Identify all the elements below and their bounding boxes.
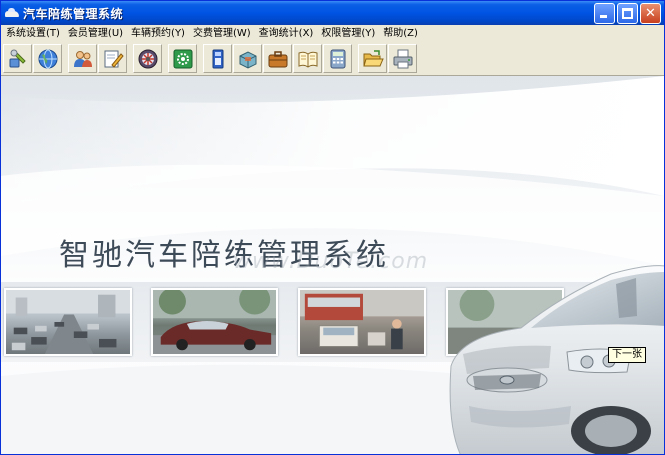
- menu-system-settings[interactable]: 系统设置(T): [3, 26, 63, 41]
- box-icon: [239, 50, 256, 69]
- toolbar-button-settings[interactable]: [168, 44, 197, 73]
- red-car-photo-image: [153, 290, 276, 354]
- traffic-photo-image: [6, 290, 130, 354]
- minimize-icon: [600, 15, 607, 18]
- printer-icon: [393, 49, 412, 68]
- photo-traffic[interactable]: [4, 288, 132, 356]
- window-controls: ✕: [594, 3, 661, 24]
- toolbar-button-tools[interactable]: [3, 44, 32, 73]
- globe-icon: [38, 49, 57, 68]
- photo-red-car[interactable]: [151, 288, 278, 356]
- settings-icon: [173, 49, 192, 68]
- book-icon: [298, 51, 317, 68]
- toolbar-button-booking[interactable]: [133, 44, 162, 73]
- close-icon: ✕: [645, 6, 656, 21]
- main-banner: 智驰汽车陪练管理系统 www.DuoTe.com 下一张: [1, 76, 664, 454]
- menu-query-statistics[interactable]: 查询统计(X): [256, 26, 317, 41]
- toolbar-button-statistics[interactable]: [263, 44, 292, 73]
- window-title: 汽车陪练管理系统: [23, 6, 124, 21]
- tools-icon: [9, 49, 26, 67]
- edit-icon: [104, 50, 124, 68]
- watermark-text: www.DuoTe.com: [233, 249, 429, 274]
- briefcase-icon: [268, 50, 287, 67]
- menu-vehicle-booking[interactable]: 车辆预约(Y): [128, 26, 188, 41]
- maximize-button[interactable]: [617, 3, 638, 24]
- street-photo-image: [300, 290, 424, 350]
- menu-member-management[interactable]: 会员管理(U): [65, 26, 126, 41]
- title-bar[interactable]: 汽车陪练管理系统 ✕: [1, 1, 664, 25]
- toolbar-button-open[interactable]: [358, 44, 387, 73]
- minimize-button[interactable]: [594, 3, 615, 24]
- toolbar-button-web[interactable]: [33, 44, 62, 73]
- menu-fee-management[interactable]: 交费管理(W): [190, 26, 254, 41]
- toolbar-button-query[interactable]: [233, 44, 262, 73]
- photo-street[interactable]: [298, 288, 426, 356]
- toolbar: [1, 42, 664, 76]
- maximize-icon: [622, 8, 633, 19]
- app-car-icon: [5, 6, 19, 20]
- toolbar-button-fees[interactable]: [203, 44, 232, 73]
- folder-open-icon: [362, 49, 384, 66]
- menu-permission-management[interactable]: 权限管理(Y): [318, 26, 378, 41]
- toolbar-button-edit[interactable]: [98, 44, 127, 73]
- next-image-tooltip: 下一张: [608, 347, 646, 363]
- calculator-icon: [330, 49, 345, 68]
- document-icon: [212, 49, 223, 68]
- toolbar-button-members[interactable]: [68, 44, 97, 73]
- menu-bar: 系统设置(T) 会员管理(U) 车辆预约(Y) 交费管理(W) 查询统计(X) …: [1, 25, 664, 42]
- toolbar-button-records[interactable]: [293, 44, 322, 73]
- toolbar-button-calculator[interactable]: [323, 44, 352, 73]
- users-icon: [73, 50, 92, 67]
- close-button[interactable]: ✕: [640, 3, 661, 24]
- toolbar-button-print[interactable]: [388, 44, 417, 73]
- app-window: 汽车陪练管理系统 ✕ 系统设置(T) 会员管理(U) 车辆预约(Y) 交费管理(…: [0, 0, 665, 455]
- menu-help[interactable]: 帮助(Z): [380, 26, 421, 41]
- wheel-icon: [138, 49, 157, 68]
